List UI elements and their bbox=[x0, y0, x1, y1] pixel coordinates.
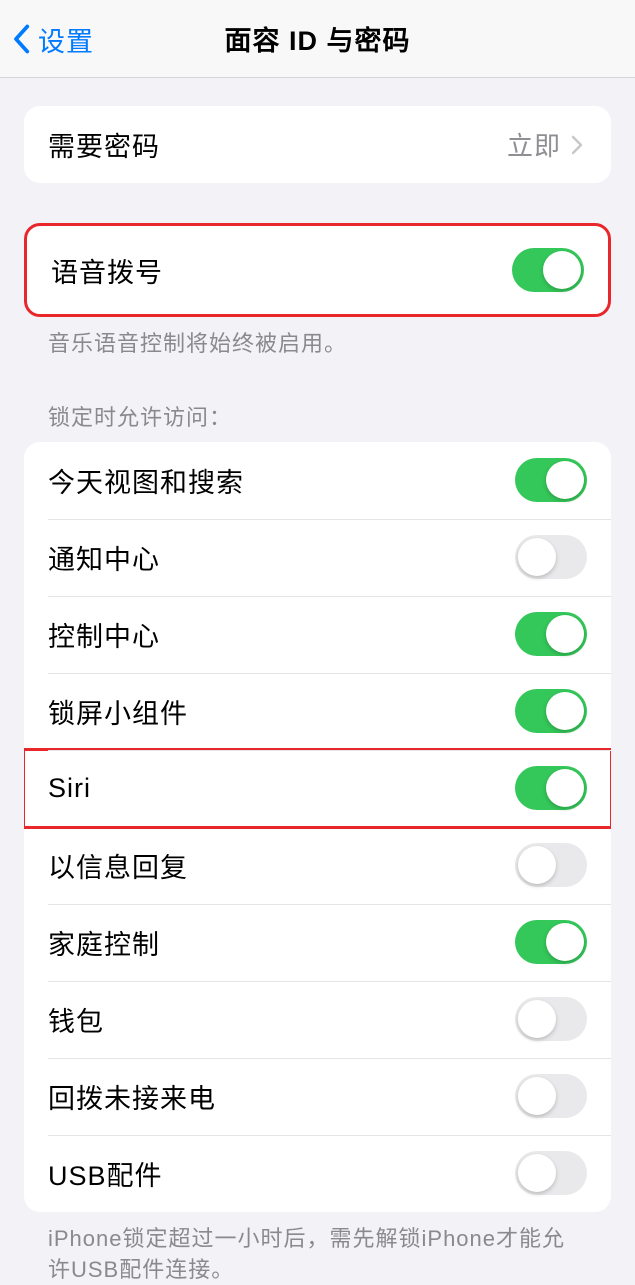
locked-access-label: USB配件 bbox=[48, 1154, 515, 1193]
locked-access-label: 通知中心 bbox=[48, 538, 515, 577]
locked-access-toggle[interactable] bbox=[515, 920, 587, 964]
voice-dial-group: 语音拨号 bbox=[24, 223, 611, 317]
locked-access-row: 家庭控制 bbox=[24, 904, 611, 981]
locked-access-label: 回拨未接来电 bbox=[48, 1077, 515, 1116]
locked-access-row: 以信息回复 bbox=[24, 827, 611, 904]
locked-access-toggle[interactable] bbox=[515, 458, 587, 502]
locked-access-toggle[interactable] bbox=[515, 1074, 587, 1118]
navbar: 设置 面容 ID 与密码 bbox=[0, 0, 635, 78]
locked-access-label: 钱包 bbox=[48, 1000, 515, 1039]
page-title: 面容 ID 与密码 bbox=[0, 19, 635, 58]
locked-access-toggle[interactable] bbox=[515, 689, 587, 733]
locked-access-toggle[interactable] bbox=[515, 843, 587, 887]
locked-access-row: 通知中心 bbox=[24, 519, 611, 596]
require-passcode-value: 立即 bbox=[507, 126, 561, 163]
locked-access-row: 控制中心 bbox=[24, 596, 611, 673]
locked-access-toggle[interactable] bbox=[515, 766, 587, 810]
locked-access-label: 控制中心 bbox=[48, 615, 515, 654]
locked-access-header: 锁定时允许访问： bbox=[24, 360, 611, 442]
locked-access-label: 以信息回复 bbox=[48, 846, 515, 885]
require-passcode-group: 需要密码 立即 bbox=[24, 106, 611, 183]
locked-access-label: 家庭控制 bbox=[48, 923, 515, 962]
locked-access-label: 锁屏小组件 bbox=[48, 692, 515, 731]
voice-dial-footer: 音乐语音控制将始终被启用。 bbox=[24, 317, 611, 360]
locked-access-toggle[interactable] bbox=[515, 997, 587, 1041]
locked-access-row: 今天视图和搜索 bbox=[24, 442, 611, 519]
locked-access-toggle[interactable] bbox=[515, 535, 587, 579]
locked-access-label: Siri bbox=[48, 773, 515, 804]
locked-access-toggle[interactable] bbox=[515, 612, 587, 656]
require-passcode-label: 需要密码 bbox=[48, 125, 507, 164]
locked-access-row: Siri bbox=[24, 750, 611, 827]
locked-access-row: 钱包 bbox=[24, 981, 611, 1058]
locked-access-label: 今天视图和搜索 bbox=[48, 461, 515, 500]
locked-access-row: 回拨未接来电 bbox=[24, 1058, 611, 1135]
locked-access-row: 锁屏小组件 bbox=[24, 673, 611, 750]
locked-access-toggle[interactable] bbox=[515, 1151, 587, 1195]
voice-dial-row: 语音拨号 bbox=[27, 226, 608, 314]
locked-access-row: USB配件 bbox=[24, 1135, 611, 1212]
require-passcode-row[interactable]: 需要密码 立即 bbox=[24, 106, 611, 183]
voice-dial-toggle[interactable] bbox=[512, 248, 584, 292]
voice-dial-label: 语音拨号 bbox=[51, 251, 512, 290]
chevron-right-icon bbox=[571, 133, 587, 157]
locked-access-footer: iPhone锁定超过一小时后，需先解锁iPhone才能允许USB配件连接。 bbox=[24, 1212, 611, 1285]
locked-access-group: 今天视图和搜索通知中心控制中心锁屏小组件 Siri 以信息回复家庭控制钱包回拨未接来… bbox=[24, 442, 611, 1212]
